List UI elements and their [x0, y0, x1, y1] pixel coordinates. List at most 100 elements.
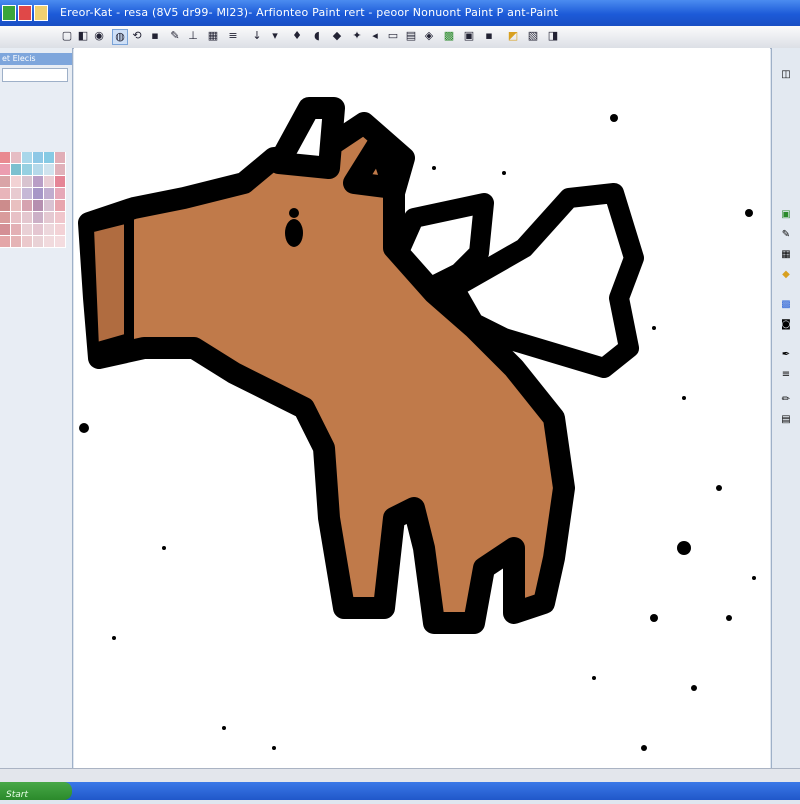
quick-icon[interactable]: [18, 5, 32, 21]
palette-swatch[interactable]: [11, 152, 22, 164]
palette-swatch[interactable]: [44, 164, 55, 176]
panel-brush-icon[interactable]: ✎: [779, 228, 793, 242]
palette-swatch[interactable]: [44, 152, 55, 164]
start-label: Start: [6, 790, 28, 800]
grid-icon[interactable]: ▤: [404, 29, 418, 43]
pencil-icon[interactable]: ↓: [250, 29, 264, 43]
main-toolbar: ▢ ◧ ◉ ◍ ⟲ ▪ ✎ ⊥ ▦ ≡ ↓ ▾ ♦ ◖ ◆ ✦ ◂ ▭ ▤ ◈ …: [0, 26, 800, 71]
panel-tool-icon[interactable]: ◫: [779, 68, 793, 82]
panel-pen-icon[interactable]: ✒: [779, 348, 793, 362]
palette-swatch[interactable]: [33, 212, 44, 224]
palette-swatch[interactable]: [22, 188, 33, 200]
palette-swatch[interactable]: [33, 224, 44, 236]
taskbar: Start: [0, 782, 800, 800]
palette-swatch[interactable]: [0, 200, 11, 212]
color-icon[interactable]: ◂: [368, 29, 382, 43]
drawing-canvas[interactable]: [74, 48, 770, 768]
palette-swatch[interactable]: [33, 200, 44, 212]
title-bar: Ereor-Kat - resa (8V5 dr99- Ml23)- Arfio…: [0, 0, 800, 26]
panel-layers-icon[interactable]: ▩: [779, 298, 793, 312]
panel-edit-icon[interactable]: ▣: [779, 208, 793, 222]
copy-icon[interactable]: ▣: [462, 29, 476, 43]
panel-camera-icon[interactable]: ◙: [779, 318, 793, 332]
palette-swatch[interactable]: [55, 164, 66, 176]
eyedropper-icon[interactable]: ◆: [330, 29, 344, 43]
paste-icon[interactable]: ▪: [482, 29, 496, 43]
app-icon[interactable]: [2, 5, 16, 21]
palette-swatch[interactable]: [33, 152, 44, 164]
frame-icon[interactable]: ▭: [386, 29, 400, 43]
brush-icon[interactable]: ✎: [168, 29, 182, 43]
palette-swatch[interactable]: [0, 236, 11, 248]
text-icon[interactable]: ⊥: [186, 29, 200, 43]
palette-swatch[interactable]: [44, 188, 55, 200]
palette-swatch[interactable]: [33, 236, 44, 248]
panel-color-icon[interactable]: ◆: [779, 268, 793, 282]
palette-swatch[interactable]: [11, 224, 22, 236]
panel-grid-icon[interactable]: ▦: [779, 248, 793, 262]
start-button[interactable]: Start: [0, 782, 72, 800]
palette-swatch[interactable]: [0, 188, 11, 200]
palette-swatch[interactable]: [55, 200, 66, 212]
palette-swatch[interactable]: [11, 188, 22, 200]
redo-icon[interactable]: ▪: [148, 29, 162, 43]
picture-icon[interactable]: ▩: [442, 29, 456, 43]
palette-swatch[interactable]: [55, 236, 66, 248]
palette-swatch[interactable]: [33, 176, 44, 188]
panel-adjust-icon[interactable]: ▤: [779, 413, 793, 427]
color-palette[interactable]: [0, 152, 68, 248]
palette-swatch[interactable]: [0, 176, 11, 188]
palette-swatch[interactable]: [22, 164, 33, 176]
palette-swatch[interactable]: [0, 152, 11, 164]
window-title: Ereor-Kat - resa (8V5 dr99- Ml23)- Arfio…: [60, 6, 559, 19]
palette-swatch[interactable]: [11, 164, 22, 176]
palette-swatch[interactable]: [44, 200, 55, 212]
fill-icon[interactable]: ▾: [268, 29, 282, 43]
palette-swatch[interactable]: [22, 212, 33, 224]
status-bar: [0, 768, 800, 783]
palette-swatch[interactable]: [11, 236, 22, 248]
palette-swatch[interactable]: [22, 200, 33, 212]
palette-swatch[interactable]: [44, 212, 55, 224]
palette-swatch[interactable]: [44, 176, 55, 188]
stamp-icon[interactable]: ♦: [290, 29, 304, 43]
left-panel-field[interactable]: [2, 68, 68, 82]
palette-swatch[interactable]: [55, 176, 66, 188]
panel-list-icon[interactable]: ≡: [779, 368, 793, 382]
line-icon[interactable]: ≡: [226, 29, 240, 43]
palette-swatch[interactable]: [11, 200, 22, 212]
save-icon[interactable]: ◉: [92, 29, 106, 43]
eraser-icon[interactable]: ◖: [310, 29, 324, 43]
panel-pencil-icon[interactable]: ✏: [779, 393, 793, 407]
palette-swatch[interactable]: [0, 212, 11, 224]
palette-swatch[interactable]: [44, 224, 55, 236]
undo-icon[interactable]: ⟲: [130, 29, 144, 43]
help-icon[interactable]: ◨: [546, 29, 560, 43]
adjust-icon[interactable]: ▧: [526, 29, 540, 43]
palette-swatch[interactable]: [0, 164, 11, 176]
palette-swatch[interactable]: [55, 188, 66, 200]
print-icon[interactable]: ◍: [112, 29, 128, 45]
palette-swatch[interactable]: [22, 236, 33, 248]
palette-swatch[interactable]: [55, 224, 66, 236]
palette-swatch[interactable]: [0, 224, 11, 236]
effects-icon[interactable]: ◩: [506, 29, 520, 43]
crop-icon[interactable]: ▦: [206, 29, 220, 43]
palette-swatch[interactable]: [33, 164, 44, 176]
quick-icon-2[interactable]: [34, 5, 48, 21]
palette-swatch[interactable]: [11, 176, 22, 188]
palette-swatch[interactable]: [11, 212, 22, 224]
palette-swatch[interactable]: [33, 188, 44, 200]
open-icon[interactable]: ◧: [76, 29, 90, 43]
layers-icon[interactable]: ◈: [422, 29, 436, 43]
new-icon[interactable]: ▢: [60, 29, 74, 43]
palette-swatch[interactable]: [55, 152, 66, 164]
palette-swatch[interactable]: [22, 224, 33, 236]
zoom-icon[interactable]: ✦: [350, 29, 364, 43]
left-panel: et Elecis: [0, 48, 73, 768]
palette-swatch[interactable]: [55, 212, 66, 224]
palette-swatch[interactable]: [44, 236, 55, 248]
palette-swatch[interactable]: [22, 152, 33, 164]
palette-swatch[interactable]: [22, 176, 33, 188]
left-panel-header: et Elecis: [0, 53, 72, 65]
